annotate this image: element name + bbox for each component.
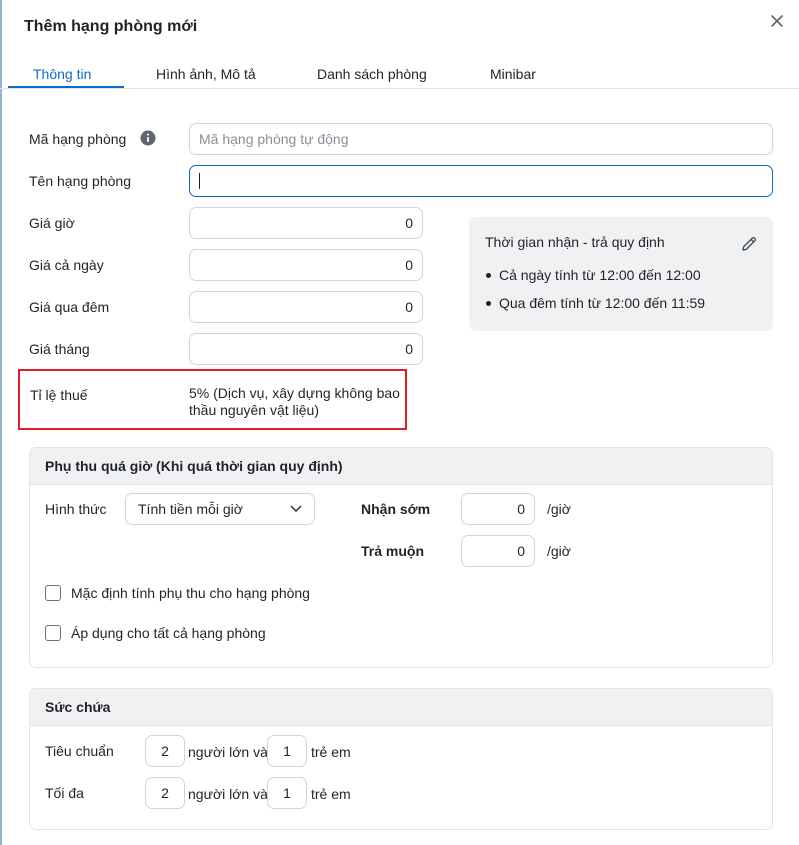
maximum-children-text: trẻ em xyxy=(311,786,351,802)
standard-children-text: trẻ em xyxy=(311,744,351,760)
chevron-down-icon xyxy=(290,505,302,512)
standard-children-input[interactable]: 1 xyxy=(267,735,307,767)
tab-images-description[interactable]: Hình ảnh, Mô tả xyxy=(156,66,256,82)
late-checkout-input[interactable]: 0 xyxy=(461,535,535,567)
tab-room-list[interactable]: Danh sách phòng xyxy=(317,66,427,82)
dialog-title: Thêm hạng phòng mới xyxy=(24,18,198,35)
info-icon[interactable] xyxy=(140,130,156,146)
close-icon xyxy=(771,15,783,27)
default-surcharge-checkbox[interactable] xyxy=(45,585,61,601)
monthly-price-label: Giá tháng xyxy=(29,341,90,357)
active-tab-indicator xyxy=(8,86,124,88)
apply-all-checkbox[interactable] xyxy=(45,625,61,641)
checkin-rule-overnight: Qua đêm tính từ 12:00 đến 11:59 xyxy=(485,295,765,323)
maximum-adults-text: người lớn và xyxy=(188,786,268,802)
checkin-rules-list: Cả ngày tính từ 12:00 đến 12:00 Qua đêm … xyxy=(485,267,765,323)
apply-all-label[interactable]: Áp dụng cho tất cả hạng phòng xyxy=(71,625,266,641)
hourly-price-label: Giá giờ xyxy=(29,215,75,231)
monthly-price-input[interactable]: 0 xyxy=(189,333,423,365)
default-surcharge-label[interactable]: Mặc định tính phụ thu cho hạng phòng xyxy=(71,585,310,601)
early-checkin-unit: /giờ xyxy=(547,501,571,517)
text-caret xyxy=(199,173,200,189)
surcharge-method-select[interactable]: Tính tiền mỗi giờ xyxy=(125,493,315,525)
maximum-capacity-label: Tối đa xyxy=(45,785,84,801)
pencil-icon[interactable] xyxy=(740,235,758,253)
room-name-label: Tên hạng phòng xyxy=(29,173,131,189)
room-code-input[interactable]: Mã hạng phòng tự động xyxy=(189,123,773,155)
close-button[interactable] xyxy=(766,10,788,32)
early-checkin-input[interactable]: 0 xyxy=(461,493,535,525)
room-code-placeholder: Mã hạng phòng tự động xyxy=(199,131,349,147)
daily-price-label: Giá cả ngày xyxy=(29,257,104,273)
surcharge-method-label: Hình thức xyxy=(45,501,107,517)
window-edge xyxy=(0,0,2,845)
tax-rate-label: Tỉ lệ thuế xyxy=(30,387,88,403)
capacity-section: Sức chứa xyxy=(29,688,773,830)
late-checkout-label: Trả muộn xyxy=(361,543,425,559)
maximum-adults-input[interactable]: 2 xyxy=(145,777,185,809)
capacity-section-title: Sức chứa xyxy=(30,689,772,726)
checkin-rule-full-day: Cả ngày tính từ 12:00 đến 12:00 xyxy=(485,267,765,295)
surcharge-method-value: Tính tiền mỗi giờ xyxy=(138,501,243,517)
maximum-children-input[interactable]: 1 xyxy=(267,777,307,809)
dialog-header: Thêm hạng phòng mới xyxy=(0,0,799,56)
surcharge-section-title: Phụ thu quá giờ (Khi quá thời gian quy đ… xyxy=(30,448,772,485)
tab-bar: Thông tin Hình ảnh, Mô tả Danh sách phòn… xyxy=(0,56,799,89)
daily-price-input[interactable]: 0 xyxy=(189,249,423,281)
hourly-price-input[interactable]: 0 xyxy=(189,207,423,239)
early-checkin-label: Nhận sớm xyxy=(361,501,431,517)
room-code-label: Mã hạng phòng xyxy=(29,131,127,147)
overnight-price-input[interactable]: 0 xyxy=(189,291,423,323)
standard-adults-input[interactable]: 2 xyxy=(145,735,185,767)
overnight-price-label: Giá qua đêm xyxy=(29,299,110,315)
tab-minibar[interactable]: Minibar xyxy=(490,66,536,82)
tax-rate-value: 5% (Dịch vụ, xây dựng không bao thầu ngu… xyxy=(189,385,400,418)
checkin-card-title: Thời gian nhận - trả quy định xyxy=(485,234,665,250)
standard-adults-text: người lớn và xyxy=(188,744,268,760)
checkin-checkout-card: Thời gian nhận - trả quy định Cả ngày tí… xyxy=(469,217,773,331)
room-name-input[interactable] xyxy=(189,165,773,197)
late-checkout-unit: /giờ xyxy=(547,543,571,559)
tab-info[interactable]: Thông tin xyxy=(33,66,91,82)
standard-capacity-label: Tiêu chuẩn xyxy=(45,743,114,759)
